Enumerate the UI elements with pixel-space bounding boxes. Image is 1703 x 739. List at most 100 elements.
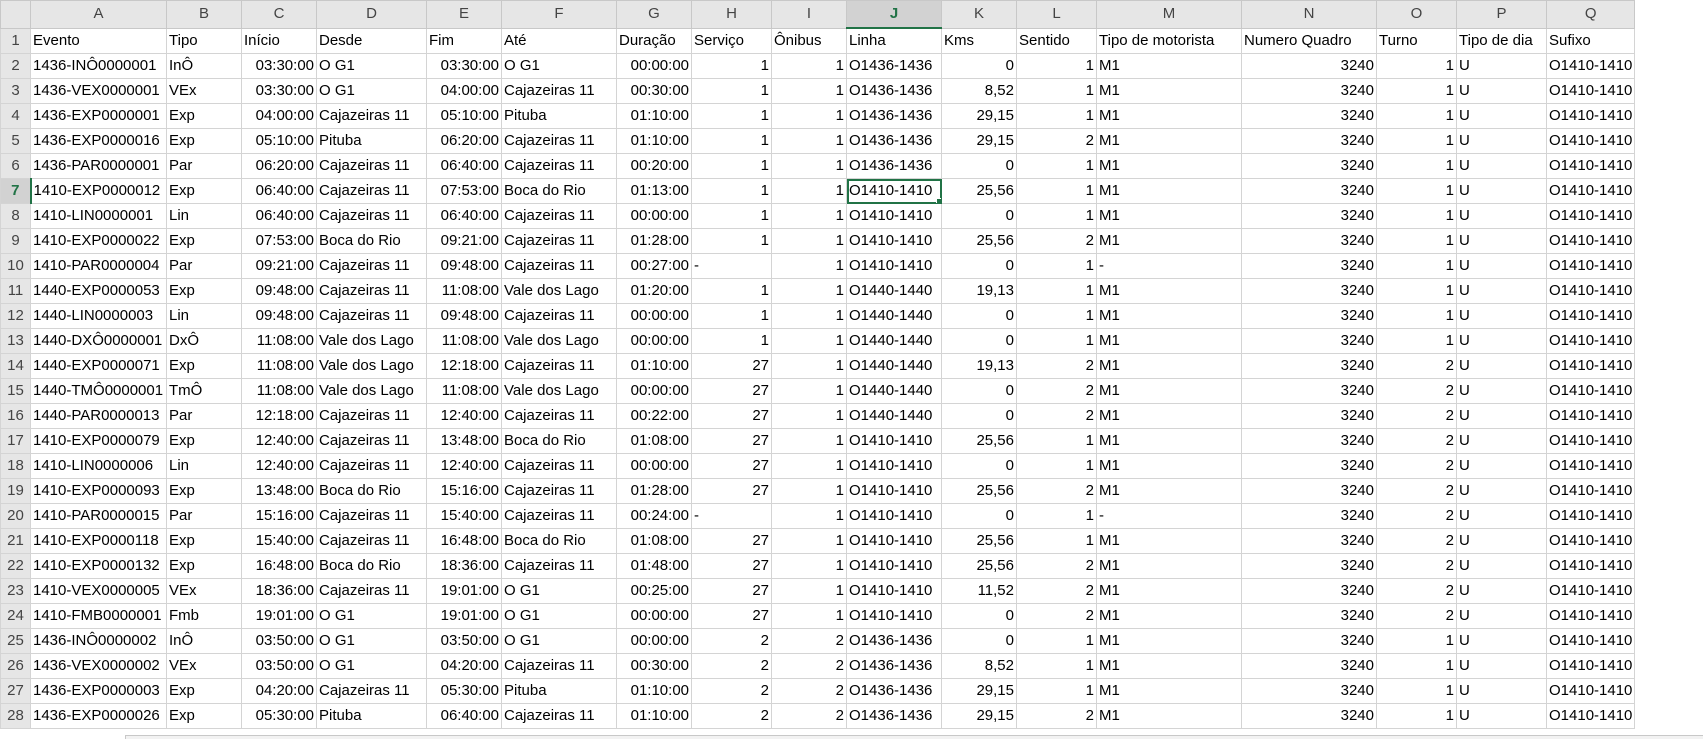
cell-p4[interactable]: U [1456, 103, 1547, 129]
cell-o12[interactable]: 1 [1376, 303, 1457, 329]
cell-c7[interactable]: 06:40:00 [241, 178, 317, 204]
cell-o28[interactable]: 1 [1376, 703, 1457, 729]
cell-i14[interactable]: 1 [771, 353, 847, 379]
cell-l17[interactable]: 1 [1016, 428, 1097, 454]
cell-h25[interactable]: 2 [691, 628, 772, 654]
cell-n15[interactable]: 3240 [1241, 378, 1377, 404]
cell-i2[interactable]: 1 [771, 53, 847, 79]
cell-b23[interactable]: VEx [166, 578, 242, 604]
cell-j2[interactable]: O1436-1436 [846, 53, 942, 79]
cell-l19[interactable]: 2 [1016, 478, 1097, 504]
cell-a28[interactable]: 1436-EXP0000026 [30, 703, 167, 729]
row-header[interactable]: 11 [0, 278, 31, 304]
cell-f1[interactable]: Até [501, 27, 617, 54]
row-header[interactable]: 21 [0, 528, 31, 554]
cell-c26[interactable]: 03:50:00 [241, 653, 317, 679]
cell-c18[interactable]: 12:40:00 [241, 453, 317, 479]
cell-c27[interactable]: 04:20:00 [241, 678, 317, 704]
cell-n1[interactable]: Numero Quadro [1241, 27, 1377, 54]
cell-m5[interactable]: M1 [1096, 128, 1242, 154]
cell-a17[interactable]: 1410-EXP0000079 [30, 428, 167, 454]
cell-b13[interactable]: DxÔ [166, 328, 242, 354]
cell-n18[interactable]: 3240 [1241, 453, 1377, 479]
cell-j9[interactable]: O1410-1410 [846, 228, 942, 254]
cell-g9[interactable]: 01:28:00 [616, 228, 692, 254]
cell-e8[interactable]: 06:40:00 [426, 203, 502, 229]
cell-p13[interactable]: U [1456, 328, 1547, 354]
cell-n23[interactable]: 3240 [1241, 578, 1377, 604]
cell-l9[interactable]: 2 [1016, 228, 1097, 254]
cell-h3[interactable]: 1 [691, 78, 772, 104]
cell-q26[interactable]: O1410-1410 [1545, 653, 1636, 679]
cell-i18[interactable]: 1 [771, 453, 847, 479]
cell-q28[interactable]: O1410-1410 [1545, 703, 1636, 729]
cell-m16[interactable]: M1 [1096, 403, 1242, 429]
column-header-m[interactable]: M [1096, 0, 1242, 29]
cell-d19[interactable]: Boca do Rio [316, 478, 427, 504]
row-header[interactable]: 27 [0, 678, 31, 704]
cell-p21[interactable]: U [1456, 528, 1547, 554]
cell-q3[interactable]: O1410-1410 [1545, 78, 1636, 104]
cell-g4[interactable]: 01:10:00 [616, 103, 692, 129]
cell-e3[interactable]: 04:00:00 [426, 78, 502, 104]
cell-b16[interactable]: Par [166, 403, 242, 429]
cell-j10[interactable]: O1410-1410 [846, 253, 942, 279]
cell-i10[interactable]: 1 [771, 253, 847, 279]
row-header[interactable]: 14 [0, 353, 31, 379]
cell-e7[interactable]: 07:53:00 [426, 178, 502, 204]
cell-b17[interactable]: Exp [166, 428, 242, 454]
cell-h22[interactable]: 27 [691, 553, 772, 579]
cell-c6[interactable]: 06:20:00 [241, 153, 317, 179]
column-header-p[interactable]: P [1456, 0, 1547, 29]
cell-e9[interactable]: 09:21:00 [426, 228, 502, 254]
row-header[interactable]: 19 [0, 478, 31, 504]
cell-j27[interactable]: O1436-1436 [846, 678, 942, 704]
column-header-k[interactable]: K [941, 0, 1017, 29]
cell-d6[interactable]: Cajazeiras 11 [316, 153, 427, 179]
cell-m6[interactable]: M1 [1096, 153, 1242, 179]
select-all-corner[interactable] [0, 0, 31, 29]
cell-o6[interactable]: 1 [1376, 153, 1457, 179]
cell-l28[interactable]: 2 [1016, 703, 1097, 729]
cell-d22[interactable]: Boca do Rio [316, 553, 427, 579]
cell-p27[interactable]: U [1456, 678, 1547, 704]
cell-h5[interactable]: 1 [691, 128, 772, 154]
cell-l5[interactable]: 2 [1016, 128, 1097, 154]
cell-j25[interactable]: O1436-1436 [846, 628, 942, 654]
cell-a9[interactable]: 1410-EXP0000022 [30, 228, 167, 254]
cell-e15[interactable]: 11:08:00 [426, 378, 502, 404]
cell-h19[interactable]: 27 [691, 478, 772, 504]
cell-b12[interactable]: Lin [166, 303, 242, 329]
cell-h8[interactable]: 1 [691, 203, 772, 229]
cell-a1[interactable]: Evento [30, 27, 167, 54]
cell-f7[interactable]: Boca do Rio [501, 178, 617, 204]
cell-n11[interactable]: 3240 [1241, 278, 1377, 304]
cell-n26[interactable]: 3240 [1241, 653, 1377, 679]
cell-m22[interactable]: M1 [1096, 553, 1242, 579]
cell-b21[interactable]: Exp [166, 528, 242, 554]
cell-c23[interactable]: 18:36:00 [241, 578, 317, 604]
cell-f11[interactable]: Vale dos Lago [501, 278, 617, 304]
cell-o20[interactable]: 2 [1376, 503, 1457, 529]
cell-n2[interactable]: 3240 [1241, 53, 1377, 79]
cell-e11[interactable]: 11:08:00 [426, 278, 502, 304]
cell-g10[interactable]: 00:27:00 [616, 253, 692, 279]
cell-d18[interactable]: Cajazeiras 11 [316, 453, 427, 479]
cell-g22[interactable]: 01:48:00 [616, 553, 692, 579]
cell-b28[interactable]: Exp [166, 703, 242, 729]
cell-g20[interactable]: 00:24:00 [616, 503, 692, 529]
cell-e13[interactable]: 11:08:00 [426, 328, 502, 354]
cell-b24[interactable]: Fmb [166, 603, 242, 629]
cell-m2[interactable]: M1 [1096, 53, 1242, 79]
cell-n22[interactable]: 3240 [1241, 553, 1377, 579]
cell-e12[interactable]: 09:48:00 [426, 303, 502, 329]
row-header[interactable]: 28 [0, 703, 31, 729]
cell-m15[interactable]: M1 [1096, 378, 1242, 404]
cell-g3[interactable]: 00:30:00 [616, 78, 692, 104]
cell-p7[interactable]: U [1456, 178, 1547, 204]
cell-l10[interactable]: 1 [1016, 253, 1097, 279]
cell-h21[interactable]: 27 [691, 528, 772, 554]
cell-j4[interactable]: O1436-1436 [846, 103, 942, 129]
cell-k24[interactable]: 0 [941, 603, 1017, 629]
row-header[interactable]: 9 [0, 228, 31, 254]
